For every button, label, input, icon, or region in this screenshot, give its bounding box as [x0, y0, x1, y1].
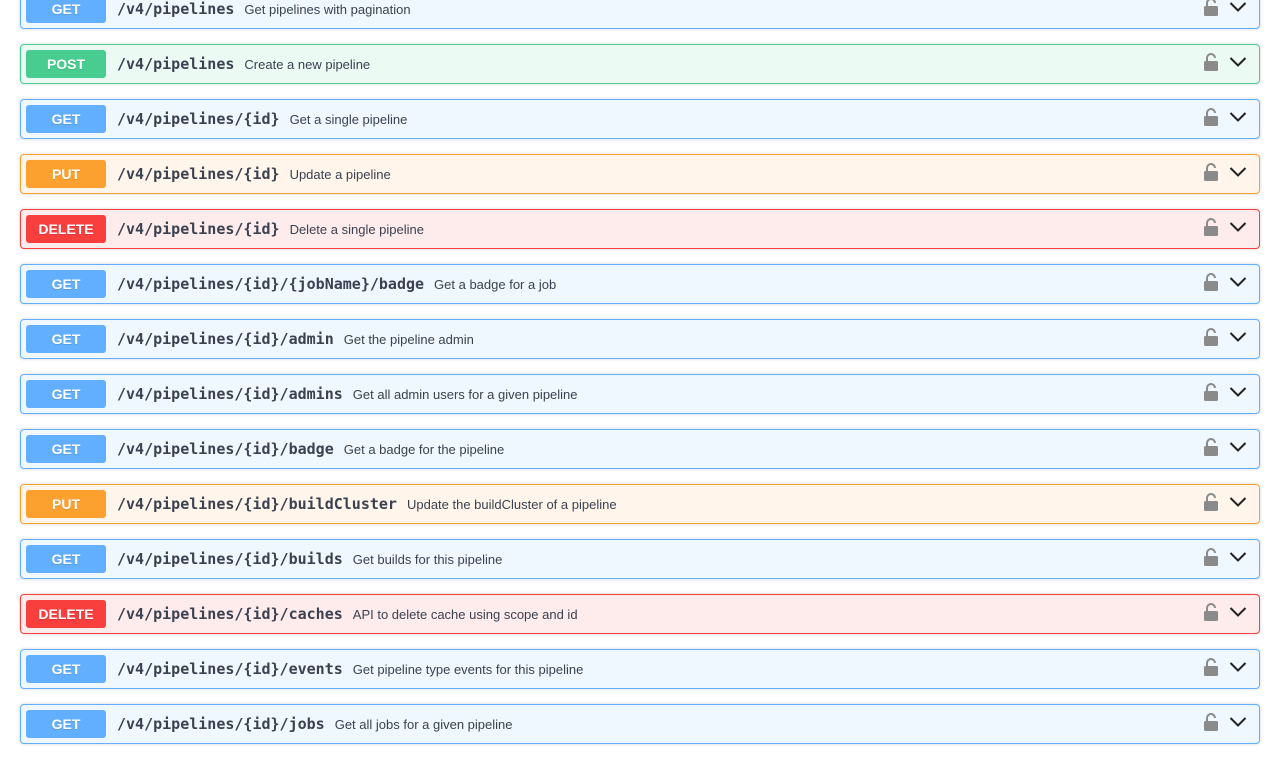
operation-row-get[interactable]: GET /v4/pipelines/{id}/builds Get builds… — [20, 539, 1260, 579]
chevron-down-icon[interactable] — [1229, 440, 1247, 452]
chevron-down-icon[interactable] — [1229, 275, 1247, 287]
endpoint-summary: Get all admin users for a given pipeline — [352, 386, 578, 402]
endpoint-summary: Update a pipeline — [289, 166, 391, 182]
chevron-down-icon[interactable] — [1229, 220, 1247, 232]
chevron-down-icon[interactable] — [1229, 330, 1247, 342]
operation-row-get[interactable]: GET /v4/pipelines/{id}/admin Get the pip… — [20, 319, 1260, 359]
chevron-down-icon[interactable] — [1229, 55, 1247, 67]
chevron-down-icon[interactable] — [1229, 0, 1247, 12]
endpoint-summary: Get the pipeline admin — [343, 331, 474, 347]
unlocked-icon[interactable] — [1203, 437, 1219, 457]
http-method-badge: GET — [26, 325, 106, 353]
endpoint-path: /v4/pipelines/{id}/events — [117, 660, 343, 678]
endpoint-path: /v4/pipelines/{id}/admins — [117, 385, 343, 403]
endpoint-summary: Get a badge for the pipeline — [343, 441, 505, 457]
operation-row-delete[interactable]: DELETE /v4/pipelines/{id}/caches API to … — [20, 594, 1260, 634]
chevron-down-icon[interactable] — [1229, 605, 1247, 617]
chevron-down-icon[interactable] — [1229, 495, 1247, 507]
http-method-badge: GET — [26, 270, 106, 298]
operation-row-get[interactable]: GET /v4/pipelines/{id}/events Get pipeli… — [20, 649, 1260, 689]
unlocked-icon[interactable] — [1203, 52, 1219, 72]
endpoint-path: /v4/pipelines/{id}/jobs — [117, 715, 325, 733]
endpoint-summary: Get a single pipeline — [289, 111, 408, 127]
chevron-down-icon[interactable] — [1229, 110, 1247, 122]
http-method-badge: GET — [26, 545, 106, 573]
http-method-badge: PUT — [26, 490, 106, 518]
endpoint-summary: Get all jobs for a given pipeline — [334, 716, 513, 732]
unlocked-icon[interactable] — [1203, 217, 1219, 237]
endpoint-summary: Get a badge for a job — [434, 276, 557, 292]
endpoint-summary: Delete a single pipeline — [289, 221, 424, 237]
endpoint-path: /v4/pipelines/{id}/builds — [117, 550, 343, 568]
unlocked-icon[interactable] — [1203, 382, 1219, 402]
chevron-down-icon[interactable] — [1229, 715, 1247, 727]
http-method-badge: GET — [26, 710, 106, 738]
unlocked-icon[interactable] — [1203, 272, 1219, 292]
http-method-badge: GET — [26, 655, 106, 683]
http-method-badge: GET — [26, 0, 106, 23]
unlocked-icon[interactable] — [1203, 492, 1219, 512]
operation-row-get[interactable]: GET /v4/pipelines/{id}/badge Get a badge… — [20, 429, 1260, 469]
http-method-badge: GET — [26, 435, 106, 463]
endpoint-path: /v4/pipelines/{id}/caches — [117, 605, 343, 623]
unlocked-icon[interactable] — [1203, 547, 1219, 567]
endpoint-path: /v4/pipelines/{id} — [117, 110, 280, 128]
http-method-badge: GET — [26, 380, 106, 408]
unlocked-icon[interactable] — [1203, 657, 1219, 677]
http-method-badge: GET — [26, 105, 106, 133]
endpoint-summary: Get pipeline type events for this pipeli… — [352, 661, 584, 677]
operation-row-post[interactable]: POST /v4/pipelines Create a new pipeline — [20, 44, 1260, 84]
unlocked-icon[interactable] — [1203, 107, 1219, 127]
chevron-down-icon[interactable] — [1229, 385, 1247, 397]
operation-row-get[interactable]: GET /v4/pipelines Get pipelines with pag… — [20, 0, 1260, 29]
endpoint-path: /v4/pipelines/{id} — [117, 165, 280, 183]
endpoint-path: /v4/pipelines/{id}/badge — [117, 440, 334, 458]
unlocked-icon[interactable] — [1203, 0, 1219, 17]
endpoint-path: /v4/pipelines — [117, 55, 235, 73]
endpoint-path: /v4/pipelines/{id}/{jobName}/badge — [117, 275, 425, 293]
endpoint-summary: API to delete cache using scope and id — [352, 606, 578, 622]
endpoint-summary: Get builds for this pipeline — [352, 551, 503, 567]
endpoint-path: /v4/pipelines/{id} — [117, 220, 280, 238]
operation-row-put[interactable]: PUT /v4/pipelines/{id}/buildCluster Upda… — [20, 484, 1260, 524]
endpoint-summary: Update the buildCluster of a pipeline — [406, 496, 617, 512]
chevron-down-icon[interactable] — [1229, 660, 1247, 672]
operation-row-get[interactable]: GET /v4/pipelines/{id}/{jobName}/badge G… — [20, 264, 1260, 304]
http-method-badge: PUT — [26, 160, 106, 188]
endpoint-path: /v4/pipelines/{id}/buildCluster — [117, 495, 397, 513]
operation-row-delete[interactable]: DELETE /v4/pipelines/{id} Delete a singl… — [20, 209, 1260, 249]
unlocked-icon[interactable] — [1203, 162, 1219, 182]
http-method-badge: POST — [26, 50, 106, 78]
operation-row-get[interactable]: GET /v4/pipelines/{id}/admins Get all ad… — [20, 374, 1260, 414]
chevron-down-icon[interactable] — [1229, 550, 1247, 562]
endpoint-path: /v4/pipelines — [117, 0, 235, 18]
unlocked-icon[interactable] — [1203, 327, 1219, 347]
http-method-badge: DELETE — [26, 215, 106, 243]
operation-row-get[interactable]: GET /v4/pipelines/{id} Get a single pipe… — [20, 99, 1260, 139]
http-method-badge: DELETE — [26, 600, 106, 628]
operation-row-get[interactable]: GET /v4/pipelines/{id}/jobs Get all jobs… — [20, 704, 1260, 744]
operation-row-put[interactable]: PUT /v4/pipelines/{id} Update a pipeline — [20, 154, 1260, 194]
endpoint-path: /v4/pipelines/{id}/admin — [117, 330, 334, 348]
endpoint-summary: Create a new pipeline — [244, 56, 371, 72]
unlocked-icon[interactable] — [1203, 712, 1219, 732]
operations-list: GET /v4/pipelines Get pipelines with pag… — [20, 0, 1260, 759]
endpoint-summary: Get pipelines with pagination — [244, 1, 411, 17]
chevron-down-icon[interactable] — [1229, 165, 1247, 177]
unlocked-icon[interactable] — [1203, 602, 1219, 622]
